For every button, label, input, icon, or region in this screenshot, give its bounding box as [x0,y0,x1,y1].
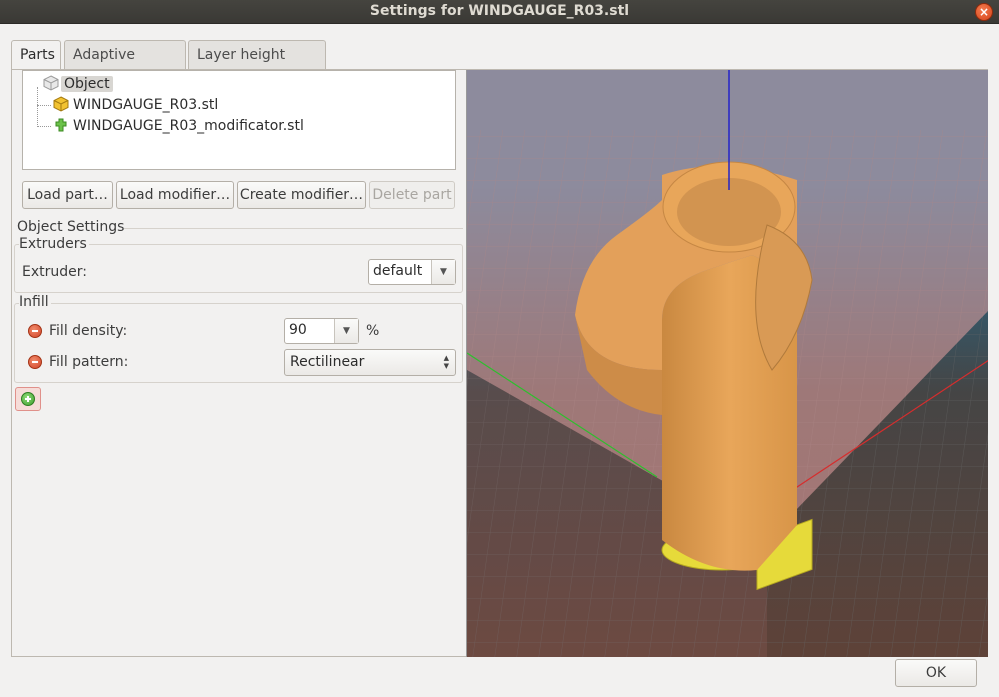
tab-parts[interactable]: Parts [11,40,61,71]
close-icon[interactable]: × [975,3,993,21]
object-settings-title: Object Settings [17,219,125,235]
tab-adaptive-layers[interactable]: Adaptive Layers [64,40,186,91]
load-part-button[interactable]: Load part… [22,181,113,209]
fill-density-input[interactable]: 90 ▼ [284,318,359,344]
tree-item-object[interactable]: Object [61,74,113,94]
updown-arrows-icon: ▲ ▼ [443,354,449,370]
extruder-value: default [373,263,423,279]
ok-button[interactable]: OK [895,659,977,687]
chevron-down-icon[interactable]: ▼ [431,260,455,284]
extruders-title: Extruders [19,236,89,252]
fill-pattern-label: Fill pattern: [49,354,129,370]
fill-pattern-select[interactable]: Rectilinear ▲ ▼ [284,349,456,376]
object-icon [43,75,59,91]
infill-title: Infill [19,294,51,310]
create-modifier-button[interactable]: Create modifier… [237,181,366,209]
fill-density-label: Fill density: [49,323,128,339]
tab-layer-height-table[interactable]: Layer height table [188,40,326,91]
remove-fill-density-icon[interactable] [28,324,42,338]
fill-density-unit: % [366,323,380,339]
window-title: Settings for WINDGAUGE_R03.stl [369,3,630,19]
tree-item-modifier[interactable]: WINDGAUGE_R03_modificator.stl [73,116,304,136]
fill-density-value: 90 [289,322,307,338]
add-icon [21,392,35,406]
add-setting-button[interactable] [15,387,41,411]
extruder-label: Extruder: [22,264,87,280]
load-modifier-button[interactable]: Load modifier… [116,181,234,209]
title-bar: Settings for WINDGAUGE_R03.stl × [0,0,999,24]
tree-item-part[interactable]: WINDGAUGE_R03.stl [73,95,218,115]
remove-fill-pattern-icon[interactable] [28,355,42,369]
object-settings-divider [124,228,463,229]
chevron-down-icon[interactable]: ▼ [334,319,358,343]
extruder-select[interactable]: default ▼ [368,259,456,285]
parts-tree[interactable]: Object WINDGAUGE_R03.stl WINDGAUGE_R03_m… [22,70,456,170]
fill-pattern-value: Rectilinear [290,354,365,370]
3d-preview-viewport[interactable] [466,70,988,657]
delete-part-button[interactable]: Delete part [369,181,455,209]
modifier-icon [53,117,67,132]
3d-scene [467,70,988,657]
part-icon [53,96,69,112]
